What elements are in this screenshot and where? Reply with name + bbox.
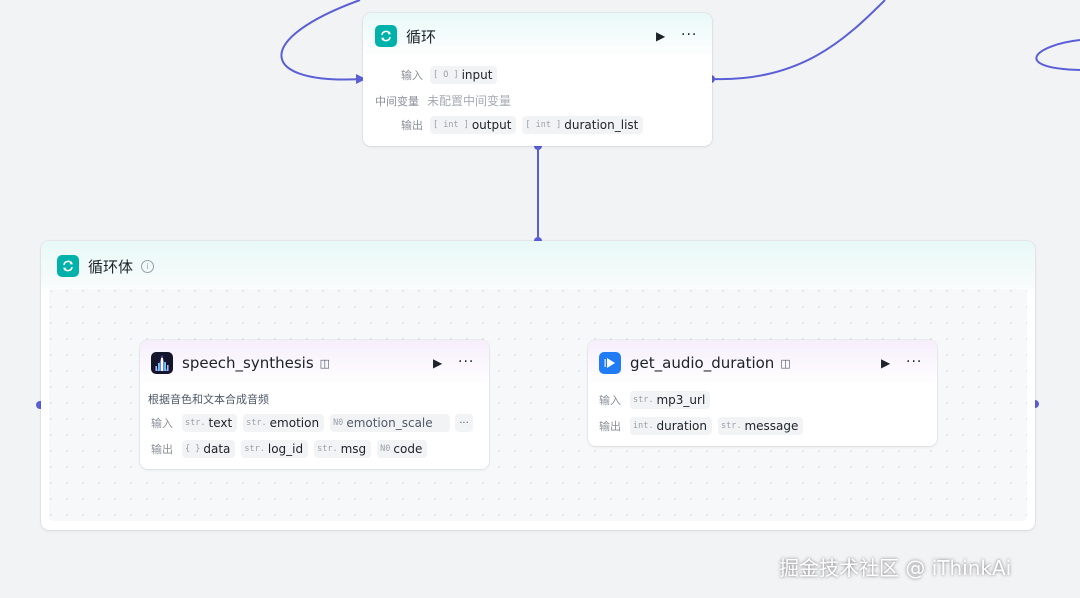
audio-duration-title: get_audio_duration [630, 354, 775, 372]
param-message: str. message [717, 417, 804, 435]
param-duration-list: [ int ] duration_list [522, 116, 644, 134]
param-input: [ O ] input [430, 66, 498, 84]
param-output: [ int ] output [430, 116, 517, 134]
speech-synthesis-title: speech_synthesis [182, 354, 314, 372]
param-code: N0 code [377, 440, 428, 458]
get-audio-duration-node[interactable]: get_audio_duration ◫ ▶ ··· 输入 str. mp3_u… [588, 340, 937, 446]
loop-mid-label: 中间变量 [375, 94, 419, 108]
speech-description: 根据音色和文本合成音频 [148, 393, 269, 406]
run-button[interactable]: ▶ [881, 356, 890, 370]
more-options-button[interactable]: ··· [681, 27, 697, 43]
run-button[interactable]: ▶ [433, 356, 442, 370]
audio-duration-icon [599, 352, 621, 374]
loop-input-label: 输入 [401, 69, 423, 82]
audio-output-label: 输出 [599, 420, 621, 433]
plugin-icon: ◫ [780, 356, 791, 370]
audio-input-label: 输入 [599, 394, 621, 407]
param-emotion-scale: N0 emotion_scale [330, 414, 451, 432]
loop-node[interactable]: 循环 ▶ ··· 输入 [ O ] input 中间变量 未配置中间变量 输出 … [363, 13, 712, 146]
speech-output-label: 输出 [151, 443, 173, 456]
param-text: str. text [182, 414, 238, 432]
param-msg: str. msg [314, 440, 372, 458]
loop-body-title: 循环体 [88, 257, 134, 276]
speech-input-label: 输入 [151, 417, 173, 430]
edge-top-right [711, 0, 886, 81]
watermark: 掘金技术社区 @ iThinkAi [779, 556, 1012, 580]
param-data: { } data [182, 440, 236, 458]
edge-far-right [1035, 39, 1080, 71]
more-inputs-button[interactable]: ··· [455, 414, 473, 432]
param-log-id: str. log_id [241, 440, 309, 458]
more-options-button[interactable]: ··· [906, 354, 922, 370]
loop-node-title: 循环 [406, 27, 437, 46]
loop-output-label: 输出 [401, 119, 423, 132]
param-duration: int. duration [630, 417, 712, 435]
speech-synthesis-icon [151, 352, 173, 374]
param-emotion: str. emotion [243, 414, 325, 432]
more-options-button[interactable]: ··· [458, 354, 474, 370]
edge-top-left [280, 0, 363, 81]
run-button[interactable]: ▶ [656, 29, 665, 43]
info-icon[interactable]: i [141, 259, 155, 273]
loop-body-icon [57, 255, 79, 277]
param-mp3-url: str. mp3_url [630, 391, 711, 409]
loop-icon [375, 25, 397, 47]
speech-synthesis-node[interactable]: speech_synthesis ◫ ▶ ··· 根据音色和文本合成音频 输入 … [140, 340, 489, 469]
loop-mid-value: 未配置中间变量 [427, 94, 512, 108]
plugin-icon: ◫ [319, 356, 331, 370]
